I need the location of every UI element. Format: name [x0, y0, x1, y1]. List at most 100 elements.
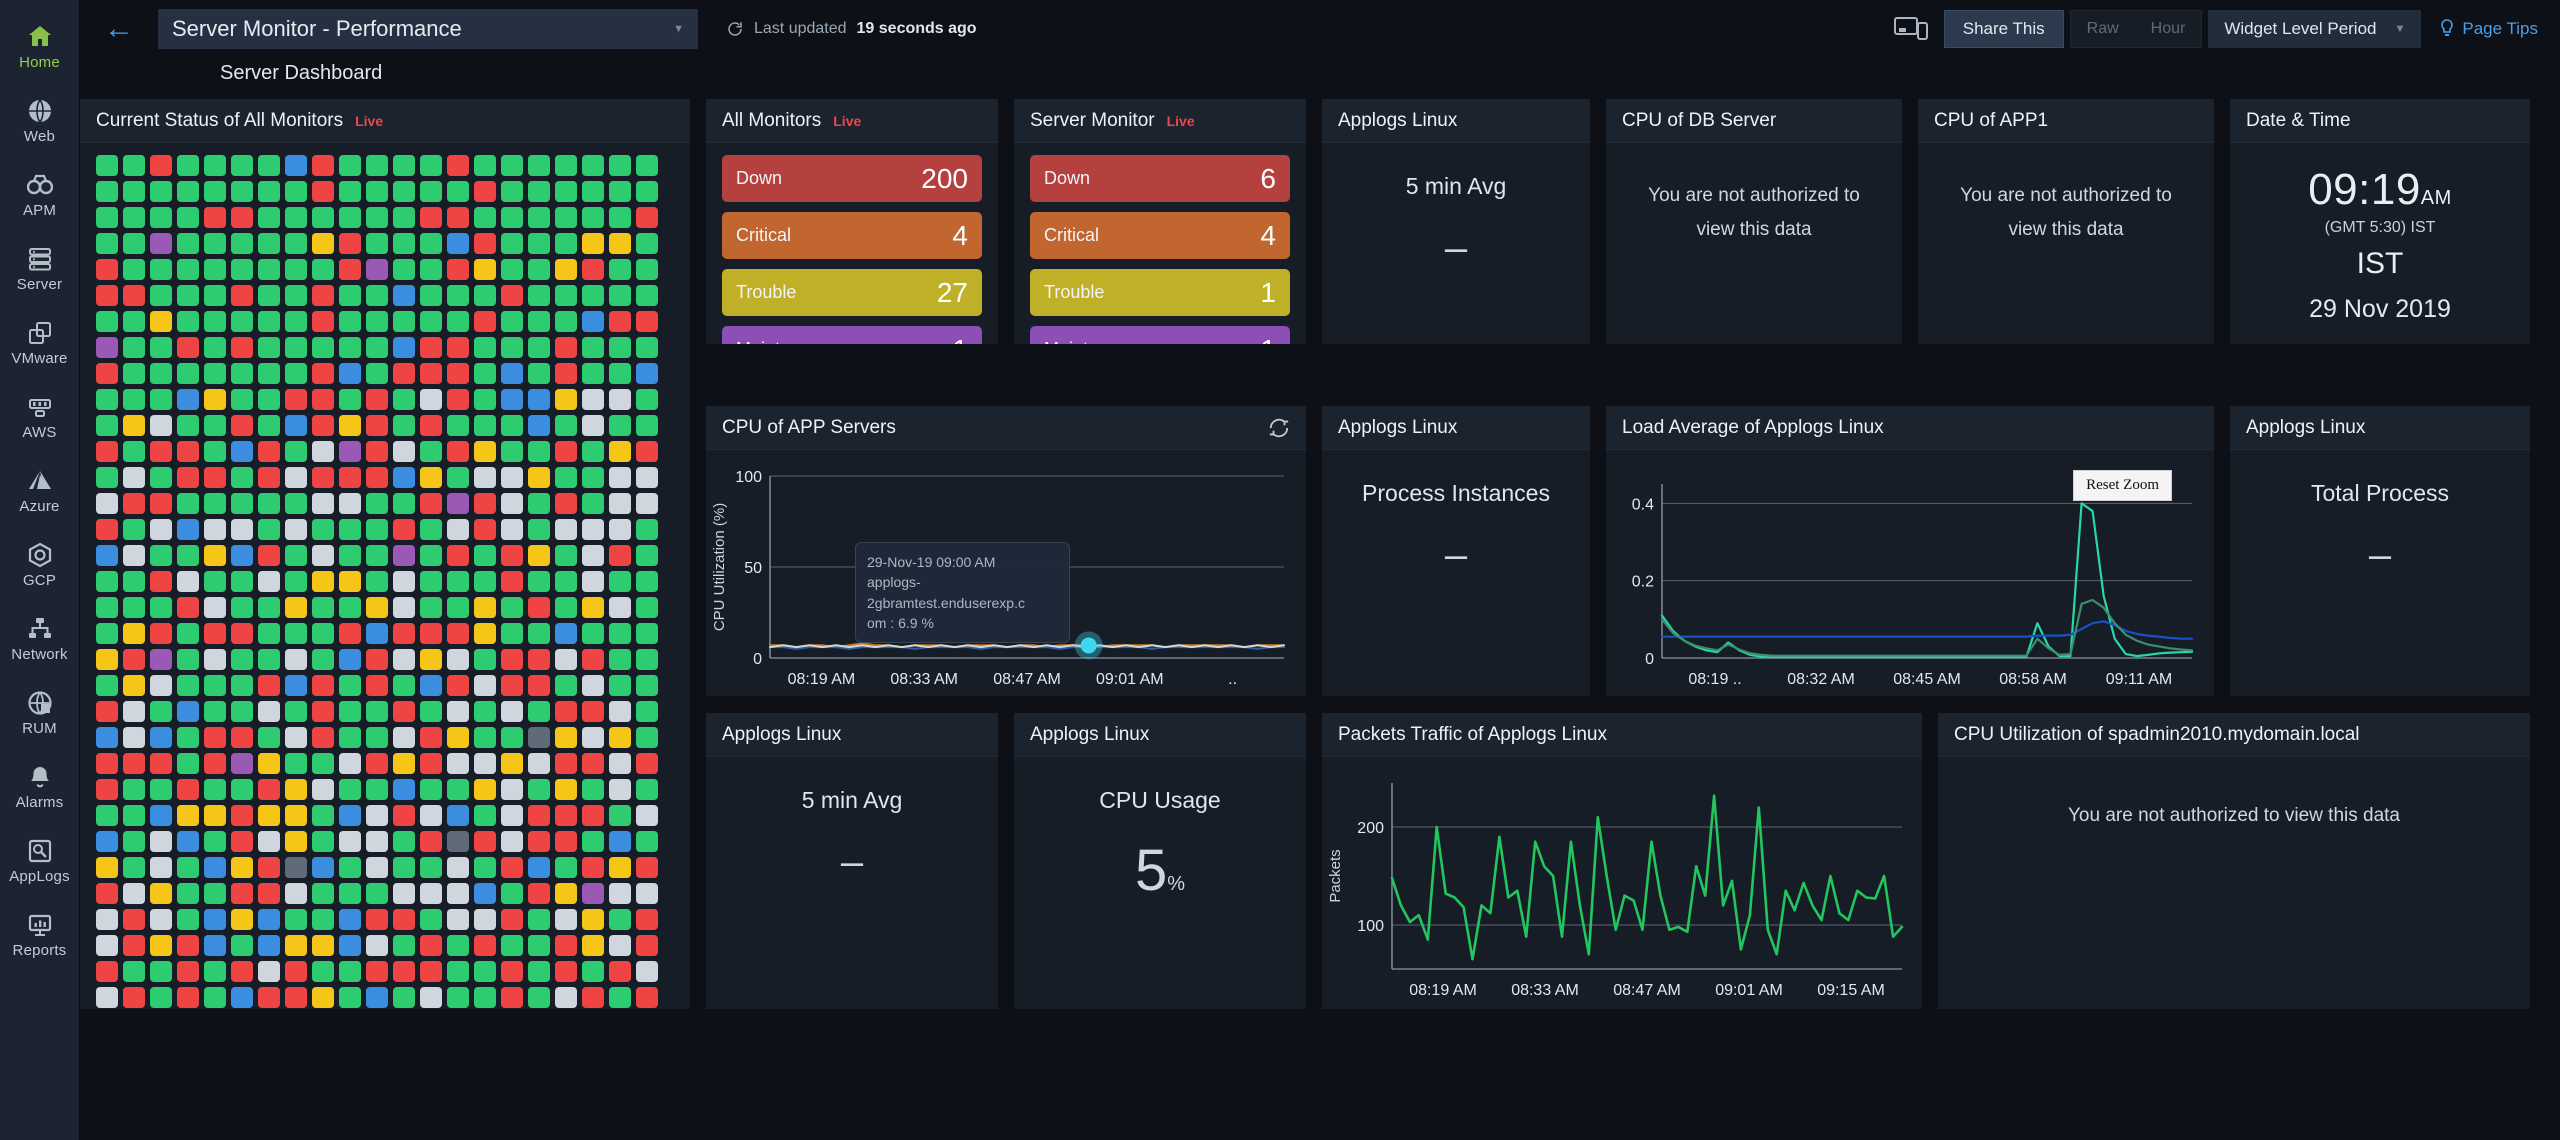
status-square[interactable] — [447, 181, 469, 202]
status-square[interactable] — [123, 311, 145, 332]
status-square[interactable] — [285, 831, 307, 852]
status-square[interactable] — [528, 519, 550, 540]
status-square[interactable] — [393, 493, 415, 514]
status-square[interactable] — [447, 597, 469, 618]
status-square[interactable] — [96, 389, 118, 410]
status-square[interactable] — [123, 727, 145, 748]
status-square[interactable] — [123, 259, 145, 280]
status-square[interactable] — [339, 961, 361, 982]
status-square[interactable] — [636, 467, 658, 488]
status-square[interactable] — [339, 623, 361, 644]
status-square[interactable] — [339, 701, 361, 722]
status-square[interactable] — [528, 857, 550, 878]
status-square[interactable] — [123, 285, 145, 306]
status-square[interactable] — [420, 233, 442, 254]
status-square[interactable] — [177, 909, 199, 930]
status-square[interactable] — [420, 727, 442, 748]
status-square[interactable] — [258, 337, 280, 358]
status-square[interactable] — [285, 727, 307, 748]
status-square[interactable] — [123, 623, 145, 644]
status-square[interactable] — [528, 493, 550, 514]
status-square[interactable] — [96, 857, 118, 878]
status-square[interactable] — [474, 675, 496, 696]
dashboard-select[interactable]: Server Monitor - Performance ▼ — [158, 9, 698, 49]
status-square[interactable] — [123, 779, 145, 800]
status-square[interactable] — [231, 909, 253, 930]
status-square[interactable] — [474, 779, 496, 800]
status-square[interactable] — [312, 935, 334, 956]
status-square[interactable] — [177, 337, 199, 358]
status-square[interactable] — [177, 675, 199, 696]
status-square[interactable] — [636, 675, 658, 696]
status-square[interactable] — [555, 597, 577, 618]
status-square[interactable] — [258, 467, 280, 488]
status-square[interactable] — [528, 675, 550, 696]
status-square[interactable] — [366, 987, 388, 1008]
status-square[interactable] — [258, 883, 280, 904]
status-square[interactable] — [447, 805, 469, 826]
status-square[interactable] — [123, 649, 145, 670]
status-square[interactable] — [555, 415, 577, 436]
status-square[interactable] — [258, 441, 280, 462]
status-square[interactable] — [636, 935, 658, 956]
status-square[interactable] — [285, 441, 307, 462]
status-square[interactable] — [474, 961, 496, 982]
status-square[interactable] — [96, 571, 118, 592]
status-square[interactable] — [285, 935, 307, 956]
sidebar-item-vmware[interactable]: VMware — [0, 306, 80, 380]
status-square[interactable] — [150, 285, 172, 306]
status-square[interactable] — [96, 727, 118, 748]
status-square[interactable] — [285, 311, 307, 332]
status-square[interactable] — [582, 779, 604, 800]
status-square[interactable] — [393, 961, 415, 982]
status-square[interactable] — [312, 623, 334, 644]
status-square[interactable] — [636, 207, 658, 228]
status-square[interactable] — [393, 415, 415, 436]
status-square[interactable] — [366, 233, 388, 254]
status-square[interactable] — [636, 883, 658, 904]
status-square[interactable] — [339, 597, 361, 618]
status-square[interactable] — [501, 779, 523, 800]
status-square[interactable] — [609, 519, 631, 540]
status-square[interactable] — [636, 233, 658, 254]
status-square[interactable] — [501, 389, 523, 410]
status-square[interactable] — [231, 285, 253, 306]
status-square[interactable] — [258, 675, 280, 696]
status-square[interactable] — [258, 259, 280, 280]
status-square[interactable] — [501, 311, 523, 332]
status-square[interactable] — [204, 207, 226, 228]
chart-cpu-app-servers[interactable]: CPU Utilization (%)05010008:19 AM08:33 A… — [710, 454, 1302, 692]
status-square[interactable] — [177, 727, 199, 748]
status-square[interactable] — [150, 649, 172, 670]
status-square[interactable] — [177, 519, 199, 540]
status-square[interactable] — [555, 935, 577, 956]
status-square[interactable] — [150, 935, 172, 956]
status-square[interactable] — [204, 649, 226, 670]
status-square[interactable] — [555, 155, 577, 176]
sidebar-item-applogs[interactable]: AppLogs — [0, 824, 80, 898]
status-square[interactable] — [312, 779, 334, 800]
status-square[interactable] — [528, 233, 550, 254]
status-square[interactable] — [609, 675, 631, 696]
status-square[interactable] — [420, 753, 442, 774]
status-square[interactable] — [420, 519, 442, 540]
status-square[interactable] — [555, 467, 577, 488]
dashboard-layout-icon[interactable] — [1894, 16, 1928, 42]
status-square[interactable] — [501, 467, 523, 488]
status-square-grid[interactable] — [94, 151, 676, 1009]
status-square[interactable] — [312, 285, 334, 306]
status-square[interactable] — [258, 571, 280, 592]
status-square[interactable] — [204, 545, 226, 566]
status-square[interactable] — [582, 545, 604, 566]
status-square[interactable] — [312, 597, 334, 618]
seg-hour[interactable]: Hour — [2135, 11, 2202, 47]
status-square[interactable] — [393, 675, 415, 696]
status-square[interactable] — [285, 259, 307, 280]
status-square[interactable] — [609, 233, 631, 254]
status-square[interactable] — [177, 805, 199, 826]
status-square[interactable] — [474, 337, 496, 358]
status-square[interactable] — [609, 883, 631, 904]
status-square[interactable] — [285, 519, 307, 540]
status-square[interactable] — [420, 415, 442, 436]
status-square[interactable] — [420, 883, 442, 904]
